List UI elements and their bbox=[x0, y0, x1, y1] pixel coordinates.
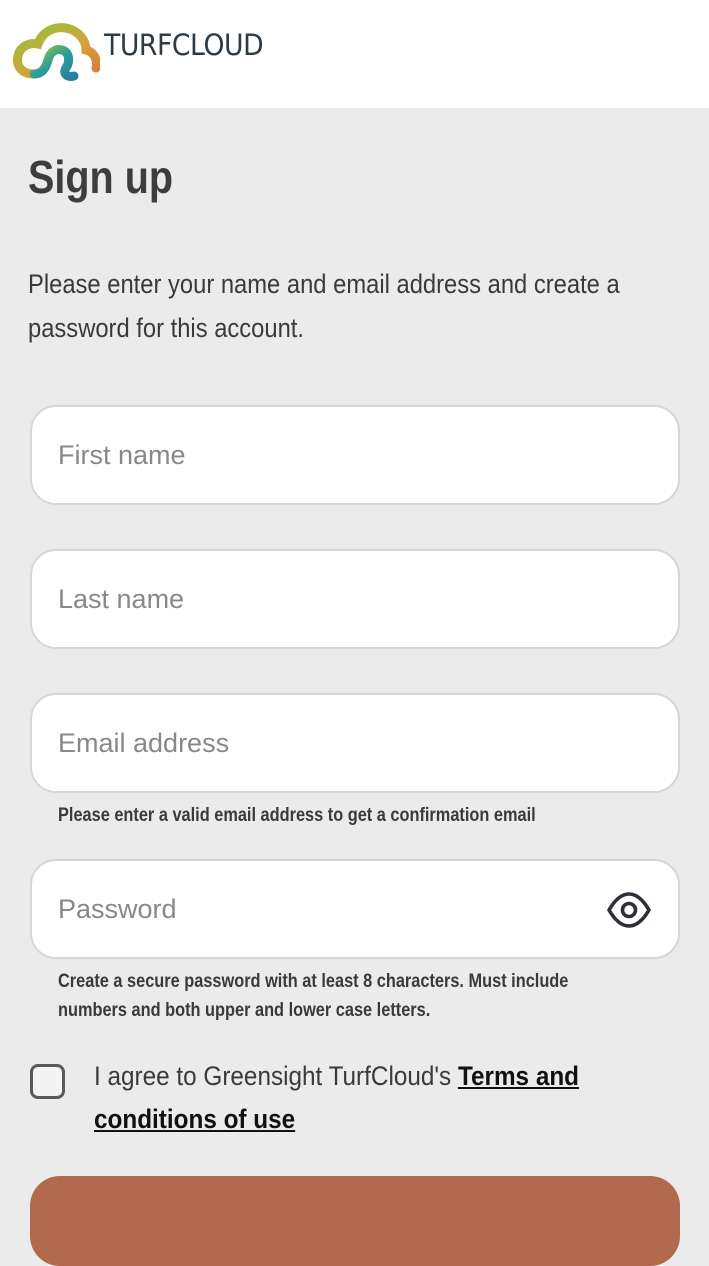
last-name-input[interactable] bbox=[32, 551, 678, 647]
intro-line-1: Please enter your name and email address… bbox=[28, 269, 620, 299]
password-field bbox=[30, 859, 680, 959]
last-name-field bbox=[30, 549, 680, 649]
terms-link[interactable]: Terms and bbox=[458, 1061, 579, 1091]
terms-checkbox[interactable] bbox=[30, 1064, 65, 1099]
password-hint: Create a secure password with at least 8… bbox=[58, 967, 660, 1025]
page-title: Sign up bbox=[28, 151, 174, 203]
terms-label: I agree to Greensight TurfCloud's Terms … bbox=[94, 1055, 634, 1141]
intro-line-2: password for this account. bbox=[28, 313, 305, 343]
email-hint-text: Please enter a valid email address to ge… bbox=[58, 805, 536, 826]
first-name-field bbox=[30, 405, 680, 505]
email-input[interactable] bbox=[32, 695, 678, 791]
sign-up-button[interactable] bbox=[30, 1176, 680, 1266]
terms-text: I agree to Greensight TurfCloud's bbox=[94, 1061, 458, 1091]
password-hint-line-1: Create a secure password with at least 8… bbox=[58, 971, 569, 992]
intro-text: Please enter your name and email address… bbox=[28, 262, 620, 350]
app-header: TURFCLOUD bbox=[0, 0, 709, 108]
first-name-input[interactable] bbox=[32, 407, 678, 503]
turfcloud-logo-icon bbox=[13, 23, 100, 81]
brand-name: TURFCLOUD bbox=[104, 28, 264, 62]
password-input[interactable] bbox=[32, 861, 678, 957]
password-hint-line-2: numbers and both upper and lower case le… bbox=[58, 1000, 431, 1021]
email-hint: Please enter a valid email address to ge… bbox=[58, 801, 660, 830]
terms-link-continued[interactable]: conditions of use bbox=[94, 1104, 295, 1134]
eye-icon[interactable] bbox=[606, 891, 652, 929]
email-field bbox=[30, 693, 680, 793]
